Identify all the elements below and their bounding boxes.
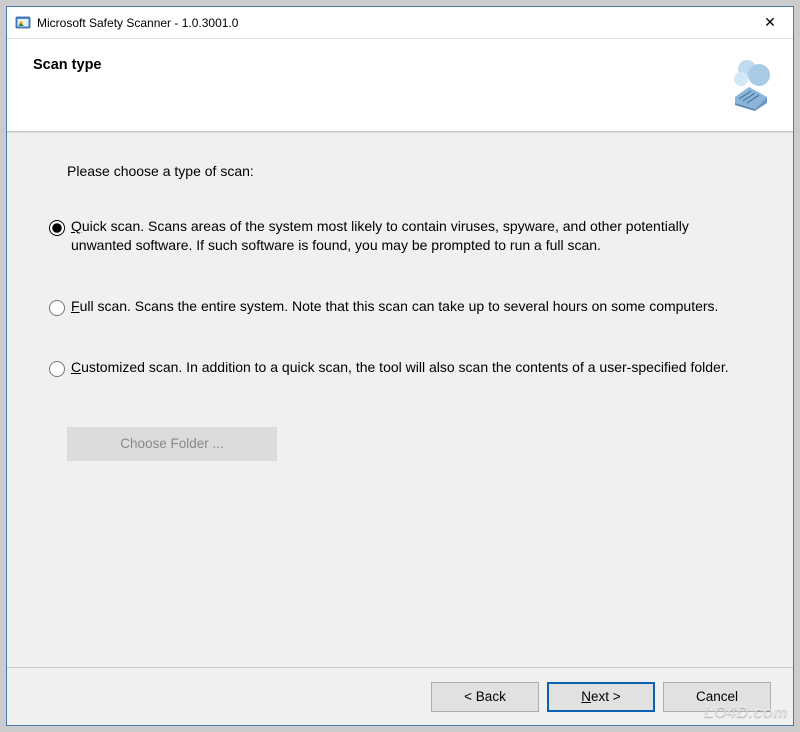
radio-custom-scan[interactable] (49, 361, 65, 377)
choose-folder-button: Choose Folder ... (67, 427, 277, 461)
scan-type-radio-group: Quick scan. Scans areas of the system mo… (49, 217, 745, 377)
radio-quick-scan[interactable] (49, 220, 65, 236)
radio-item-quick[interactable]: Quick scan. Scans areas of the system mo… (49, 217, 745, 255)
app-window: Microsoft Safety Scanner - 1.0.3001.0 ✕ … (6, 6, 794, 726)
radio-custom-scan-label[interactable]: Customized scan. In addition to a quick … (71, 358, 745, 377)
content-area: Please choose a type of scan: Quick scan… (7, 133, 793, 667)
back-button[interactable]: < Back (431, 682, 539, 712)
footer: < Back Next > Cancel (7, 667, 793, 725)
close-button[interactable]: ✕ (747, 8, 793, 38)
next-button[interactable]: Next > (547, 682, 655, 712)
next-button-accel: N (581, 689, 591, 704)
intro-text: Please choose a type of scan: (67, 163, 745, 179)
app-icon (15, 15, 31, 31)
radio-item-custom[interactable]: Customized scan. In addition to a quick … (49, 358, 745, 377)
page-title: Scan type (33, 57, 767, 73)
watermark: LO4D.com (704, 704, 788, 722)
titlebar: Microsoft Safety Scanner - 1.0.3001.0 ✕ (7, 7, 793, 39)
radio-full-scan-label[interactable]: Full scan. Scans the entire system. Note… (71, 297, 745, 316)
window-title: Microsoft Safety Scanner - 1.0.3001.0 (37, 16, 747, 30)
radio-full-scan[interactable] (49, 300, 65, 316)
radio-item-full[interactable]: Full scan. Scans the entire system. Note… (49, 297, 745, 316)
next-button-rest: ext > (591, 689, 621, 704)
radio-quick-scan-label[interactable]: Quick scan. Scans areas of the system mo… (71, 217, 745, 255)
header: Scan type (7, 39, 793, 131)
close-icon: ✕ (764, 14, 776, 31)
scanner-banner-icon (711, 53, 775, 117)
